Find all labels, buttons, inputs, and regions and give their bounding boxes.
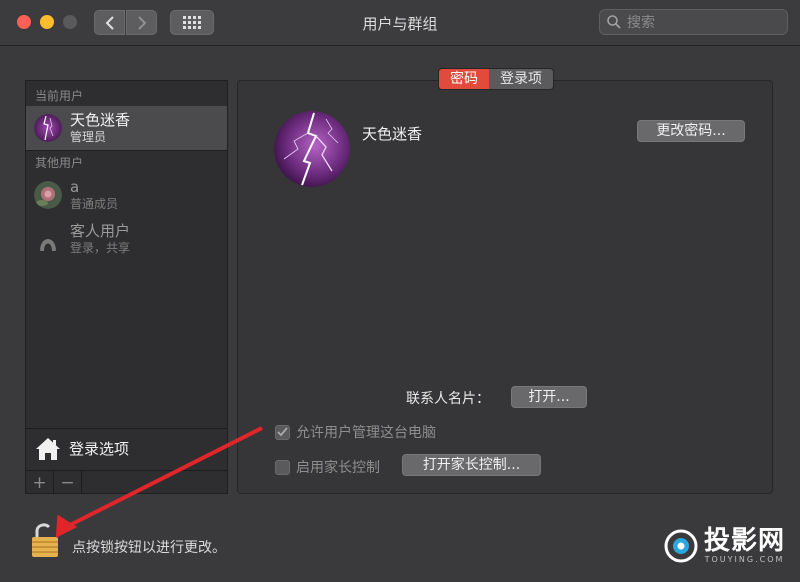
lock-button[interactable] <box>30 522 60 558</box>
change-password-button[interactable]: 更改密码... <box>637 120 745 142</box>
remove-user-button[interactable]: − <box>54 471 82 494</box>
guest-avatar-icon <box>34 225 62 253</box>
contact-card-label: 联系人名片： <box>406 391 490 407</box>
other-users-header: 其他用户 <box>35 156 84 170</box>
allow-admin-label: 允许用户管理这台电脑 <box>296 425 436 441</box>
guest-user-role: 登录，共享 <box>70 240 131 255</box>
watermark: 投影网 TOUYING.COM <box>664 527 785 564</box>
padlock-open-icon <box>32 523 58 557</box>
current-user-name: 天色迷香 <box>70 110 131 129</box>
tab-bar: 密码 登录项 <box>438 68 554 90</box>
user-row-a[interactable]: a 普通成员 <box>26 173 227 217</box>
watermark-brand: 投影网 <box>704 526 786 556</box>
watermark-sub: TOUYING.COM <box>704 555 785 564</box>
user-list-panel: 当前用户 天色迷香 管理员 其他用户 a 普通成员 客人用户 登录，共享 登录选… <box>25 80 228 494</box>
house-icon <box>36 437 60 460</box>
parental-controls-label: 启用家长控制 <box>296 460 380 476</box>
open-parental-controls-button[interactable]: 打开家长控制... <box>402 454 541 476</box>
search-icon <box>607 15 621 29</box>
zoom-window-button[interactable] <box>63 15 77 29</box>
user-picture[interactable] <box>274 111 350 187</box>
user-avatar <box>34 114 62 142</box>
close-window-button[interactable] <box>17 15 31 29</box>
grid-icon <box>183 15 201 29</box>
add-remove-bar: + − <box>26 470 227 494</box>
open-contact-button[interactable]: 打开... <box>511 386 587 408</box>
tab-login-items[interactable]: 登录项 <box>489 69 553 89</box>
user-row-guest[interactable]: 客人用户 登录，共享 <box>26 217 227 261</box>
current-users-header: 当前用户 <box>35 89 84 103</box>
allow-admin-row: 允许用户管理这台电脑 <box>275 422 436 442</box>
window-title: 用户与群组 <box>362 15 438 33</box>
add-user-button[interactable]: + <box>26 471 54 494</box>
tab-password[interactable]: 密码 <box>439 69 489 89</box>
forward-button[interactable] <box>126 10 157 35</box>
parental-controls-checkbox[interactable] <box>275 459 290 475</box>
search-field[interactable]: 搜索 <box>599 9 788 35</box>
lock-hint-text: 点按锁按钮以进行更改。 <box>72 540 226 556</box>
user-row-current[interactable]: 天色迷香 管理员 <box>26 106 227 150</box>
allow-admin-checkbox[interactable] <box>275 424 290 440</box>
user-a-name: a <box>70 177 80 196</box>
user-a-role: 普通成员 <box>70 196 119 211</box>
guest-user-name: 客人用户 <box>70 221 131 240</box>
user-display-name: 天色迷香 <box>362 125 423 143</box>
chevron-left-icon <box>105 15 114 30</box>
window-titlebar: 用户与群组 搜索 <box>0 0 800 46</box>
login-options-item[interactable]: 登录选项 <box>26 428 227 468</box>
checkmark-icon <box>277 427 288 437</box>
current-user-role: 管理员 <box>70 129 107 144</box>
flower-avatar <box>34 181 62 209</box>
back-button[interactable] <box>94 10 125 35</box>
parental-row: 启用家长控制 <box>275 457 380 477</box>
chevron-right-icon <box>137 15 146 30</box>
login-options-label: 登录选项 <box>69 440 130 458</box>
minimize-window-button[interactable] <box>40 15 54 29</box>
brand-logo-icon <box>664 529 698 562</box>
search-placeholder: 搜索 <box>627 15 655 31</box>
show-all-button[interactable] <box>170 10 214 35</box>
